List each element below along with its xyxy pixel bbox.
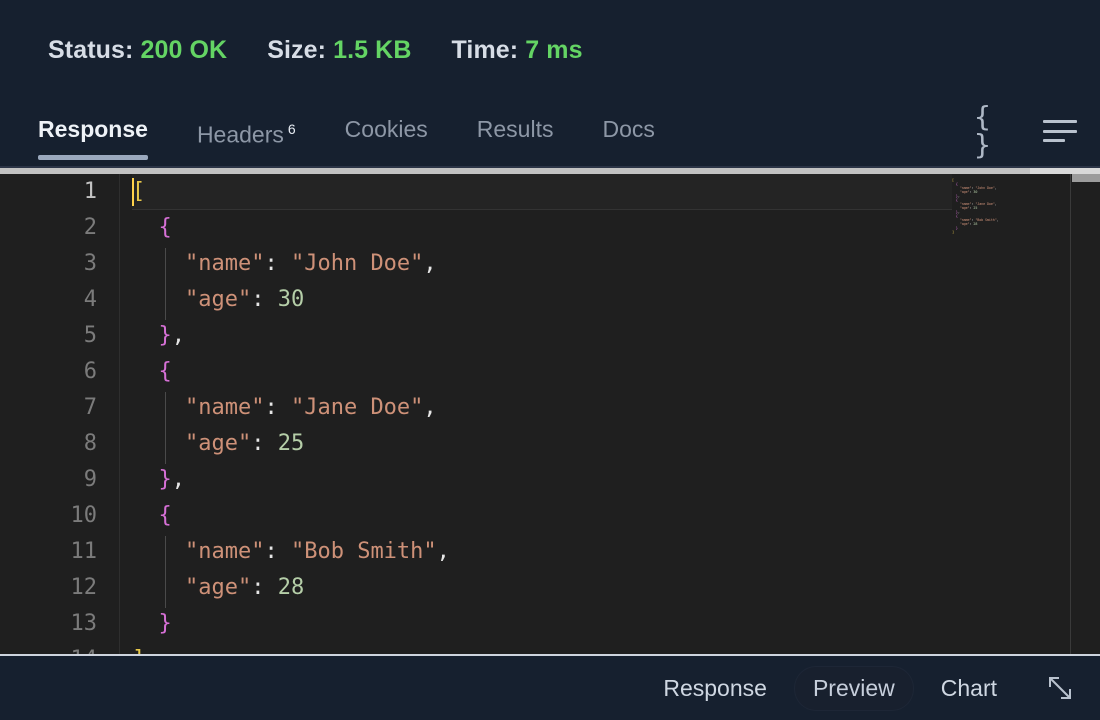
indent-guide bbox=[165, 392, 166, 464]
editor-horizontal-scrollbar-thumb[interactable] bbox=[0, 168, 1030, 174]
editor-vertical-scrollbar[interactable] bbox=[1070, 174, 1100, 654]
view-mode-response-label: Response bbox=[663, 674, 767, 701]
format-json-button[interactable]: { } bbox=[974, 103, 1010, 159]
response-time-value: 7 ms bbox=[525, 35, 583, 64]
indent-guide bbox=[165, 536, 166, 608]
tab-docs[interactable]: Docs bbox=[602, 112, 654, 160]
tab-results[interactable]: Results bbox=[477, 112, 554, 160]
menu-icon bbox=[1043, 120, 1077, 142]
line-number: 8 bbox=[83, 431, 97, 456]
editor-vertical-scrollbar-thumb[interactable] bbox=[1072, 174, 1100, 182]
view-mode-response[interactable]: Response bbox=[644, 666, 786, 711]
line-number: 6 bbox=[83, 359, 97, 384]
menu-button[interactable] bbox=[1042, 114, 1078, 148]
line-number: 3 bbox=[83, 251, 97, 276]
response-size-item: Size: 1.5 KB bbox=[267, 36, 411, 65]
line-number: 5 bbox=[83, 323, 97, 348]
tab-docs-label: Docs bbox=[602, 116, 655, 142]
line-number: 14 bbox=[0, 642, 119, 654]
response-tab-bar: Response Headers 6 Cookies Results Docs {… bbox=[0, 100, 1100, 166]
response-time-item: Time: 7 ms bbox=[451, 36, 582, 65]
line-number: 2 bbox=[83, 215, 97, 240]
tab-response[interactable]: Response bbox=[38, 112, 148, 160]
line-number: 7 bbox=[83, 395, 97, 420]
tab-results-label: Results bbox=[476, 116, 554, 142]
text-cursor bbox=[132, 178, 134, 206]
status-bar: Status: 200 OK Size: 1.5 KB Time: 7 ms bbox=[0, 0, 1100, 100]
tab-bar-actions: { } bbox=[974, 103, 1078, 159]
minimap-line: ] bbox=[952, 230, 954, 234]
line-number: 4 bbox=[83, 287, 97, 312]
status-code-value: 200 OK bbox=[140, 35, 228, 64]
response-size-label: Size: bbox=[267, 35, 327, 64]
view-mode-preview-label: Preview bbox=[812, 674, 895, 701]
line-number: 9 bbox=[83, 467, 97, 492]
line-number: 1 bbox=[83, 179, 97, 204]
tab-headers[interactable]: Headers 6 bbox=[197, 112, 296, 160]
line-number: 11 bbox=[70, 539, 98, 564]
code-line: [ bbox=[132, 174, 957, 210]
view-mode-chart-label: Chart bbox=[940, 674, 997, 701]
expand-panel-button[interactable] bbox=[1038, 666, 1082, 710]
view-mode-chart[interactable]: Chart bbox=[922, 666, 1016, 711]
line-number: 10 bbox=[70, 503, 98, 528]
view-mode-preview[interactable]: Preview bbox=[793, 665, 914, 711]
headers-count-badge: 6 bbox=[287, 121, 296, 137]
editor-horizontal-scrollbar[interactable] bbox=[0, 168, 1100, 174]
response-body-editor: 1 2 3 4 5 6 7 8 9 10 11 12 13 14 [ bbox=[0, 166, 1100, 654]
status-code-item: Status: 200 OK bbox=[48, 36, 227, 65]
response-time-label: Time: bbox=[451, 35, 519, 64]
tab-response-label: Response bbox=[38, 116, 148, 142]
tab-headers-label: Headers bbox=[196, 121, 284, 148]
tab-cookies[interactable]: Cookies bbox=[345, 112, 428, 160]
response-panel: Status: 200 OK Size: 1.5 KB Time: 7 ms Resp… bbox=[0, 0, 1100, 720]
editor-line-number-gutter: 1 2 3 4 5 6 7 8 9 10 11 12 13 14 bbox=[0, 174, 120, 654]
indent-guide bbox=[165, 248, 166, 320]
editor-minimap[interactable]: [ { "name": "John Doe", "age": 30 }, { "… bbox=[952, 174, 1070, 654]
response-size-value: 1.5 KB bbox=[333, 35, 412, 64]
line-number: 13 bbox=[70, 611, 98, 636]
status-code-label: Status: bbox=[48, 35, 134, 64]
tab-cookies-label: Cookies bbox=[344, 116, 428, 142]
view-mode-bar: Response Preview Chart bbox=[0, 654, 1100, 720]
braces-icon: { } bbox=[974, 100, 991, 161]
editor-content: 1 2 3 4 5 6 7 8 9 10 11 12 13 14 [ bbox=[0, 174, 1100, 654]
expand-diagonal-icon bbox=[1049, 677, 1071, 699]
line-number: 12 bbox=[70, 575, 98, 600]
